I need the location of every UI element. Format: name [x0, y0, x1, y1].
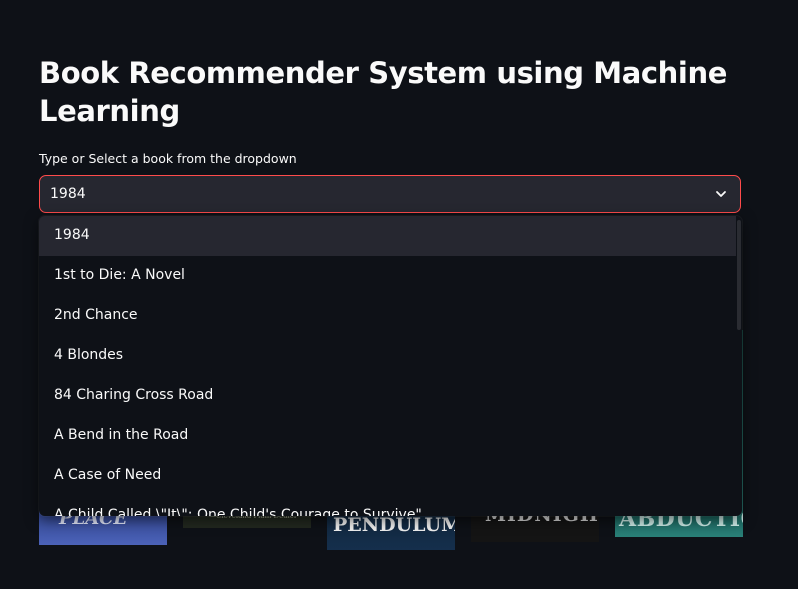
dropdown-option-label: A Case of Need [54, 467, 162, 483]
book-cover-3-text: PENDULUM [333, 514, 455, 536]
dropdown-option-label: 2nd Chance [54, 307, 138, 323]
dropdown-option-label: 1st to Die: A Novel [54, 267, 185, 283]
dropdown-option[interactable]: 2nd Chance [39, 296, 736, 336]
dropdown-option[interactable]: A Case of Need [39, 456, 736, 496]
dropdown-menu: 1984 1st to Die: A Novel 2nd Chance 4 Bl… [39, 216, 742, 516]
dropdown-option[interactable]: 84 Charing Cross Road [39, 376, 736, 416]
dropdown-option-label: 84 Charing Cross Road [54, 387, 214, 403]
dropdown-option[interactable]: A Bend in the Road [39, 416, 736, 456]
dropdown-option-label: 4 Blondes [54, 347, 124, 363]
dropdown-option[interactable]: 1984 [39, 216, 736, 256]
dropdown-option-label: A Child Called \"It\": One Child's Coura… [54, 507, 422, 516]
dropdown-option[interactable]: A Child Called \"It\": One Child's Coura… [39, 496, 736, 516]
dropdown-option[interactable]: 4 Blondes [39, 336, 736, 376]
dropdown-option-label: 1984 [54, 227, 90, 243]
dropdown-scrollbar[interactable] [737, 220, 741, 330]
app-page: Book Recommender System using Machine Le… [0, 0, 798, 589]
dropdown-option[interactable]: 1st to Die: A Novel [39, 256, 736, 296]
dropdown-option-label: A Bend in the Road [54, 427, 189, 443]
